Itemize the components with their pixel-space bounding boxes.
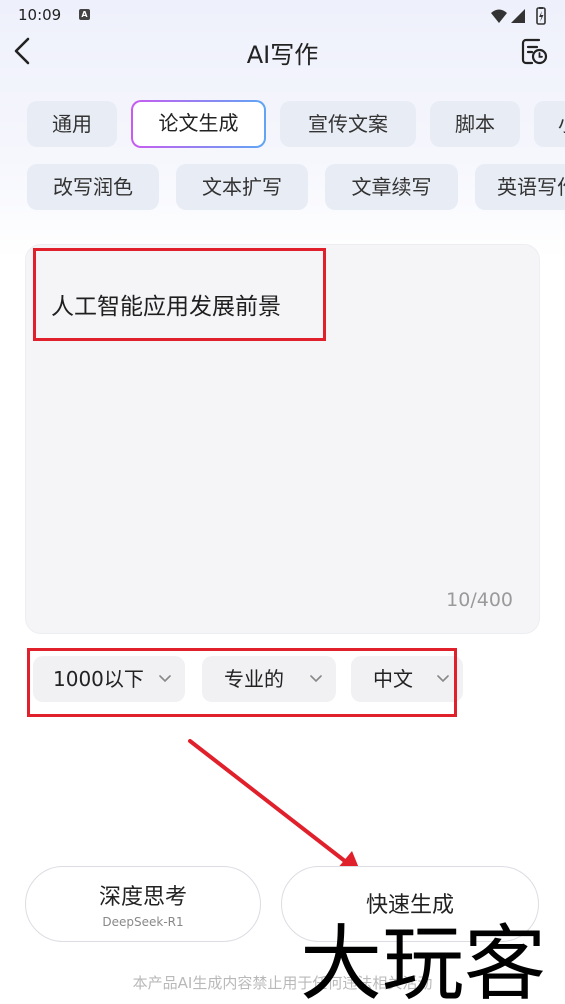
tab-english-writing[interactable]: 英语写作 [475, 164, 565, 210]
battery-icon [536, 7, 546, 25]
highlight-box-topic [33, 248, 326, 341]
status-time: 10:09 [18, 6, 62, 24]
notification-icon: A [79, 9, 90, 20]
svg-text:大玩客: 大玩客 [300, 917, 546, 1004]
wifi-icon [491, 9, 507, 23]
deep-think-button[interactable]: 深度思考 DeepSeek-R1 [25, 866, 261, 942]
deep-think-model: DeepSeek-R1 [102, 915, 184, 929]
highlight-box-options [27, 648, 457, 717]
tab-article-continue[interactable]: 文章续写 [325, 164, 458, 210]
tab-paper-generation[interactable]: 论文生成 [131, 100, 266, 148]
signal-icon [511, 9, 525, 23]
status-icons [491, 7, 546, 25]
tab-promo-copy[interactable]: 宣传文案 [280, 101, 416, 147]
tab-more-partial[interactable]: 小 [534, 101, 565, 147]
character-counter: 10/400 [446, 589, 513, 611]
history-icon[interactable] [519, 36, 549, 66]
tab-script[interactable]: 脚本 [430, 101, 520, 147]
status-bar: 10:09 A [0, 0, 565, 32]
page-title: AI写作 [246, 41, 319, 69]
tab-text-expand[interactable]: 文本扩写 [176, 164, 308, 210]
tab-general[interactable]: 通用 [27, 101, 117, 147]
deep-think-label: 深度思考 [98, 885, 187, 910]
top-bar: AI写作 [0, 32, 565, 72]
watermark-logo: 大玩客 [300, 917, 546, 1004]
tab-rewrite-polish[interactable]: 改写润色 [27, 164, 159, 210]
